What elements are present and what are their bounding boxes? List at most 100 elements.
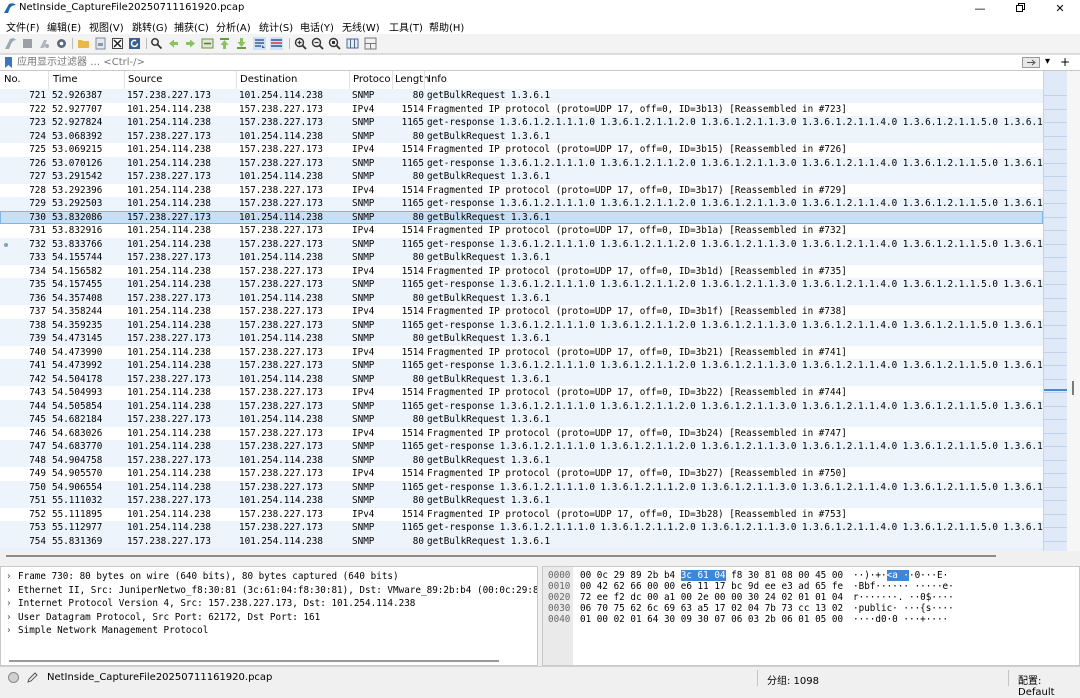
packet-row[interactable]: 721 52.926387 157.238.227.173 101.254.114.2… xyxy=(0,89,1043,103)
packet-row[interactable]: 743 54.504993 101.254.114.238 157.238.227.1… xyxy=(0,386,1043,400)
resize-columns-icon[interactable] xyxy=(346,37,359,50)
maximize-button[interactable] xyxy=(1000,0,1040,17)
bytes-ascii[interactable]: r·······. ··0$···· xyxy=(853,592,954,603)
packet-row[interactable]: 745 54.682184 157.238.227.173 101.254.114.2… xyxy=(0,413,1043,427)
column-divider[interactable] xyxy=(392,71,393,89)
packet-row[interactable]: 731 53.832916 101.254.114.238 157.238.227.1… xyxy=(0,224,1043,238)
packet-row[interactable]: 732 53.833766 101.254.114.238 157.238.227.1… xyxy=(0,237,1043,251)
bytes-hex[interactable]: 00 42 62 66 00 00 e6 11 17 bc 9d ee e3 a… xyxy=(580,581,843,592)
bytes-ascii[interactable]: ··)·+·<a ··0···E· xyxy=(853,570,948,581)
expand-arrow-icon[interactable]: › xyxy=(6,597,18,611)
packet-row[interactable]: 747 54.683770 101.254.114.238 157.238.227.1… xyxy=(0,440,1043,454)
column-no[interactable]: No. xyxy=(4,74,21,85)
status-profile[interactable]: 配置: Default xyxy=(1018,672,1080,698)
packet-row[interactable]: 730 53.832086 157.238.227.173 101.254.114.2… xyxy=(0,210,1043,224)
go-forward-icon[interactable] xyxy=(184,37,197,50)
column-divider[interactable] xyxy=(124,71,125,89)
bytes-hex[interactable]: 01 00 02 01 64 30 09 30 07 06 03 2b 06 0… xyxy=(580,614,843,625)
scrollbar-thumb[interactable] xyxy=(1072,381,1074,395)
packet-row[interactable]: 735 54.157455 101.254.114.238 157.238.227.1… xyxy=(0,278,1043,292)
menu-tools[interactable]: 工具(T) xyxy=(389,19,423,34)
packet-row[interactable]: 722 52.927707 101.254.114.238 157.238.227.1… xyxy=(0,102,1043,116)
packet-minimap[interactable] xyxy=(1043,71,1068,551)
options-gear-icon[interactable] xyxy=(55,37,68,50)
packet-list-horizontal-scrollbar[interactable] xyxy=(0,551,1043,561)
minimize-button[interactable]: — xyxy=(960,0,1000,17)
layout-icon[interactable] xyxy=(364,37,377,50)
packet-row[interactable]: 739 54.473145 157.238.227.173 101.254.114.2… xyxy=(0,332,1043,346)
zoom-in-icon[interactable] xyxy=(294,37,307,50)
column-divider[interactable] xyxy=(236,71,237,89)
detail-row-snmp[interactable]: › Simple Network Management Protocol xyxy=(6,624,208,638)
packet-row[interactable]: 742 54.504178 157.238.227.173 101.254.114.2… xyxy=(0,372,1043,386)
menu-help[interactable]: 帮助(H) xyxy=(429,19,464,34)
expert-info-icon[interactable] xyxy=(8,672,19,683)
restart-icon[interactable] xyxy=(38,37,51,50)
packet-row[interactable]: 726 53.070126 101.254.114.238 157.238.227.1… xyxy=(0,156,1043,170)
save-file-icon[interactable] xyxy=(94,37,107,50)
close-file-icon[interactable] xyxy=(111,37,124,50)
bytes-ascii[interactable]: ·public· ···{s···· xyxy=(853,603,954,614)
zoom-normal-icon[interactable] xyxy=(328,37,341,50)
autoscroll-icon[interactable] xyxy=(253,37,266,50)
column-divider[interactable] xyxy=(424,71,425,89)
packet-row[interactable]: 724 53.068392 157.238.227.173 101.254.114.2… xyxy=(0,129,1043,143)
bytes-ascii[interactable]: ·Bbf······ ·····e· xyxy=(853,581,954,592)
packet-row[interactable]: 740 54.473990 101.254.114.238 157.238.227.1… xyxy=(0,345,1043,359)
menu-view[interactable]: 视图(V) xyxy=(89,19,124,34)
column-divider[interactable] xyxy=(349,71,350,89)
go-to-packet-icon[interactable] xyxy=(201,37,214,50)
packet-row[interactable]: 746 54.683026 101.254.114.238 157.238.227.1… xyxy=(0,426,1043,440)
detail-row-ethernet[interactable]: › Ethernet II, Src: JuniperNetwo_f8:30:81… xyxy=(6,584,537,598)
bookmark-icon[interactable] xyxy=(4,57,13,68)
menu-wireless[interactable]: 无线(W) xyxy=(342,19,380,34)
packet-row[interactable]: 734 54.156582 101.254.114.238 157.238.227.1… xyxy=(0,264,1043,278)
close-button[interactable]: ✕ xyxy=(1040,0,1080,17)
find-icon[interactable] xyxy=(150,37,163,50)
packet-row[interactable]: 748 54.904758 157.238.227.173 101.254.114.2… xyxy=(0,453,1043,467)
menu-statistics[interactable]: 统计(S) xyxy=(259,19,293,34)
apply-filter-arrow-icon[interactable] xyxy=(1022,57,1040,68)
menu-go[interactable]: 跳转(G) xyxy=(132,19,168,34)
bytes-hex[interactable]: 00 0c 29 89 2b b4 3c 61 04 f8 30 81 08 0… xyxy=(580,570,843,581)
open-folder-icon[interactable] xyxy=(77,37,90,50)
go-first-icon[interactable] xyxy=(218,37,231,50)
menu-capture[interactable]: 捕获(C) xyxy=(174,19,209,34)
menu-edit[interactable]: 编辑(E) xyxy=(47,19,81,34)
expand-arrow-icon[interactable]: › xyxy=(6,570,18,584)
packet-row[interactable]: 737 54.358244 101.254.114.238 157.238.227.1… xyxy=(0,305,1043,319)
expand-arrow-icon[interactable]: › xyxy=(6,624,18,638)
packet-row[interactable]: 736 54.357408 157.238.227.173 101.254.114.2… xyxy=(0,291,1043,305)
column-info[interactable]: Info xyxy=(428,74,447,85)
column-destination[interactable]: Destination xyxy=(240,74,297,85)
colorize-icon[interactable] xyxy=(270,37,283,50)
details-horizontal-scrollbar[interactable] xyxy=(9,660,499,662)
bytes-hex[interactable]: 06 70 75 62 6c 69 63 a5 17 02 04 7b 73 c… xyxy=(580,603,843,614)
column-divider[interactable] xyxy=(48,71,49,89)
packet-list-vertical-scrollbar[interactable] xyxy=(1067,71,1080,551)
packet-row[interactable]: 750 54.906554 101.254.114.238 157.238.227.1… xyxy=(0,480,1043,494)
menu-file[interactable]: 文件(F) xyxy=(6,19,40,34)
packet-row[interactable]: 738 54.359235 101.254.114.238 157.238.227.1… xyxy=(0,318,1043,332)
packet-row[interactable]: 753 55.112977 101.254.114.238 157.238.227.1… xyxy=(0,521,1043,535)
menu-analyze[interactable]: 分析(A) xyxy=(216,19,251,34)
packet-row[interactable]: 729 53.292503 101.254.114.238 157.238.227.1… xyxy=(0,197,1043,211)
detail-row-udp[interactable]: › User Datagram Protocol, Src Port: 62172… xyxy=(6,611,320,625)
packet-row[interactable]: 725 53.069215 101.254.114.238 157.238.227.1… xyxy=(0,143,1043,157)
detail-row-frame[interactable]: › Frame 730: 80 bytes on wire (640 bits),… xyxy=(6,570,399,584)
packet-row[interactable]: 749 54.905570 101.254.114.238 157.238.227.1… xyxy=(0,467,1043,481)
display-filter-input[interactable] xyxy=(17,55,1017,70)
packet-row[interactable]: 754 55.831369 157.238.227.173 101.254.114.2… xyxy=(0,534,1043,548)
column-source[interactable]: Source xyxy=(128,74,162,85)
bytes-hex[interactable]: 72 ee f2 dc 00 a1 00 2e 00 00 30 24 02 0… xyxy=(580,592,843,603)
packet-row[interactable]: 751 55.111032 157.238.227.173 101.254.114.2… xyxy=(0,494,1043,508)
expand-arrow-icon[interactable]: › xyxy=(6,584,18,598)
packet-row[interactable]: 733 54.155744 157.238.227.173 101.254.114.2… xyxy=(0,251,1043,265)
packet-row[interactable]: 744 54.505854 101.254.114.238 157.238.227.1… xyxy=(0,399,1043,413)
reload-icon[interactable] xyxy=(128,37,141,50)
packet-list[interactable]: 721 52.926387 157.238.227.173 101.254.114.2… xyxy=(0,89,1043,551)
detail-row-ipv4[interactable]: › Internet Protocol Version 4, Src: 157.2… xyxy=(6,597,415,611)
column-time[interactable]: Time xyxy=(53,74,77,85)
go-last-icon[interactable] xyxy=(235,37,248,50)
add-filter-button-icon[interactable]: + xyxy=(1060,55,1070,69)
